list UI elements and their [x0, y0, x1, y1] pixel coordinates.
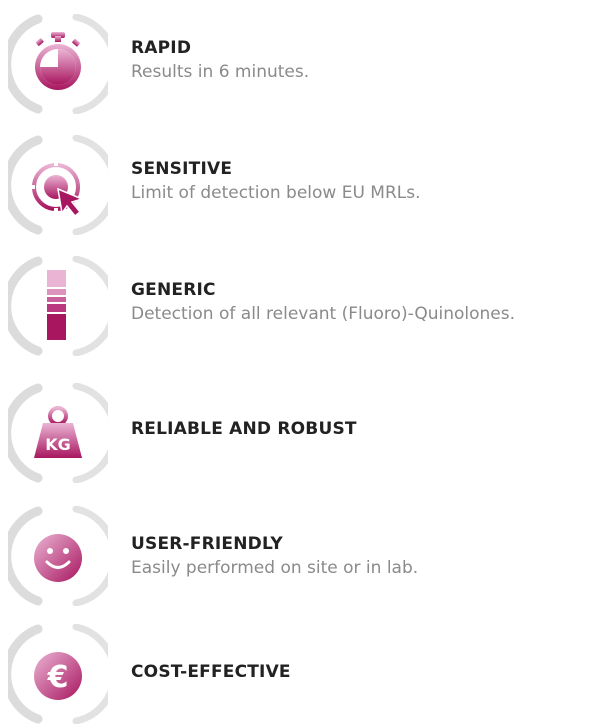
euro-sign: €	[47, 660, 69, 695]
euro-icon: €	[8, 624, 108, 724]
stopwatch-icon	[8, 14, 108, 114]
feature-rapid: RAPID Results in 6 minutes.	[0, 8, 592, 118]
feature-reliable: KG RELIABLE AND ROBUST	[0, 377, 592, 487]
feature-sensitive: SENSITIVE Limit of detection below EU MR…	[0, 129, 592, 239]
feature-title: SENSITIVE	[131, 159, 233, 179]
feature-cost-effective: € COST-EFFECTIVE	[0, 618, 592, 728]
feature-user-friendly: USER-FRIENDLY Easily performed on site o…	[0, 500, 592, 610]
feature-title: USER-FRIENDLY	[131, 534, 283, 554]
target-cursor-icon	[8, 135, 108, 235]
feature-description: Easily performed on site or in lab.	[131, 558, 419, 578]
weight-kg-icon: KG	[8, 383, 108, 483]
feature-description: Results in 6 minutes.	[131, 62, 310, 82]
feature-title: GENERIC	[131, 280, 216, 300]
feature-generic: GENERIC Detection of all relevant (Fluor…	[0, 250, 592, 360]
feature-title: RELIABLE AND ROBUST	[131, 419, 357, 439]
feature-description: Detection of all relevant (Fluoro)-Quino…	[131, 304, 516, 324]
kg-label: KG	[45, 435, 71, 454]
feature-title: COST-EFFECTIVE	[131, 662, 291, 682]
smiley-icon	[8, 506, 108, 606]
feature-description: Limit of detection below EU MRLs.	[131, 183, 421, 203]
feature-title: RAPID	[131, 38, 192, 58]
test-strip-icon	[8, 256, 108, 356]
